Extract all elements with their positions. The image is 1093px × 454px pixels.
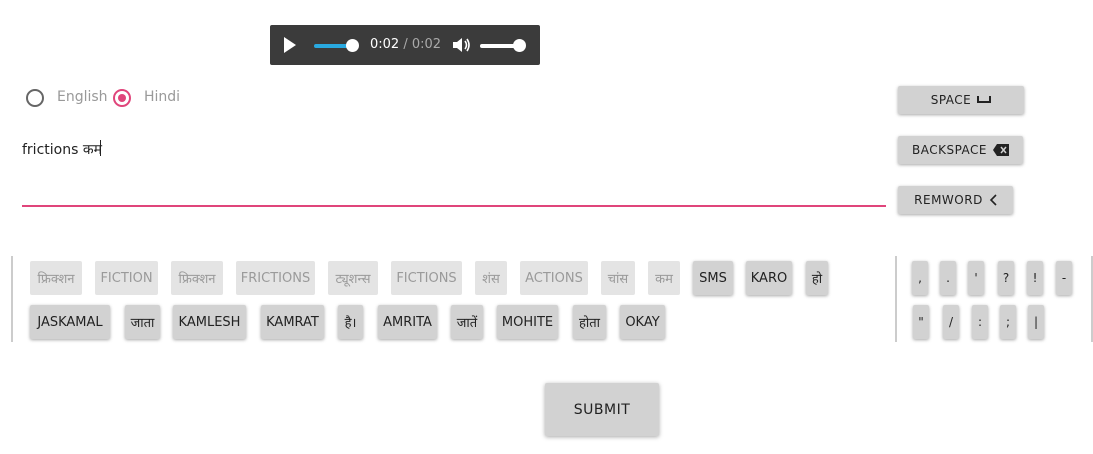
suggestion-chip: चांस (601, 261, 635, 295)
punctuation-key[interactable]: : (972, 305, 988, 339)
space-icon (977, 96, 992, 103)
text-input[interactable] (22, 130, 886, 208)
total-time: / 0:02 (403, 37, 442, 52)
submit-button[interactable]: SUBMIT (545, 383, 659, 436)
suggestion-chip: FICTIONS (391, 261, 462, 295)
punctuation-key[interactable]: ' (968, 261, 984, 295)
suggestion-chip[interactable]: MOHITE (497, 305, 558, 339)
suggestion-chip: फ्रिक्शन (30, 261, 82, 295)
chevron-left-icon (989, 194, 997, 206)
suggestion-chip: FRICTIONS (236, 261, 315, 295)
suggestion-chip[interactable]: जातें (451, 305, 483, 339)
remword-button[interactable]: REMWORD (898, 186, 1013, 214)
remword-label: REMWORD (914, 193, 983, 207)
punctuation-key[interactable]: | (1028, 305, 1044, 339)
suggestions-right-border (895, 256, 897, 342)
suggestion-chip: शंस (475, 261, 507, 295)
suggestion-chip[interactable]: KAMLESH (173, 305, 246, 339)
current-time: 0:02 (370, 37, 400, 52)
suggestion-chip[interactable]: JASKAMAL (30, 305, 110, 339)
english-label: English (57, 89, 108, 105)
suggestion-chip[interactable]: KAMRAT (261, 305, 324, 339)
backspace-icon (993, 144, 1010, 156)
suggestion-chip[interactable]: SMS (693, 261, 733, 295)
suggestion-chip: फ्रिक्शन (171, 261, 223, 295)
suggestion-chip: कम (648, 261, 680, 295)
input-value: frictions कम (22, 142, 102, 158)
space-button[interactable]: SPACE (898, 86, 1024, 114)
punctuation-key[interactable]: . (940, 261, 956, 295)
punctuation-key[interactable]: ! (1027, 261, 1043, 295)
suggestion-chip[interactable]: होता (573, 305, 606, 339)
punctuation-key[interactable]: - (1056, 261, 1072, 295)
suggestion-chip: ACTIONS (520, 261, 588, 295)
text-caret (100, 140, 101, 156)
suggestion-chip: ट्यूशन्स (328, 261, 378, 295)
suggestion-chip: FICTION (95, 261, 158, 295)
audio-player: 0:02 / 0:02 (270, 25, 540, 65)
punctuation-key[interactable]: ? (998, 261, 1014, 295)
punctuation-key[interactable]: / (943, 305, 959, 339)
hindi-label: Hindi (144, 89, 181, 105)
suggestions-left-border (11, 256, 13, 342)
time-display: 0:02 / 0:02 (370, 37, 441, 52)
seek-handle[interactable] (346, 39, 359, 52)
punctuation-key[interactable]: , (912, 261, 928, 295)
suggestion-chip[interactable]: हो (806, 261, 828, 295)
hindi-radio[interactable] (113, 89, 131, 107)
input-underline (22, 205, 886, 207)
volume-handle[interactable] (513, 39, 526, 52)
backspace-button[interactable]: BACKSPACE (898, 136, 1023, 164)
volume-icon[interactable] (452, 37, 472, 53)
suggestion-chip[interactable]: AMRITA (378, 305, 437, 339)
punctuation-key[interactable]: ; (1000, 305, 1016, 339)
suggestion-chip[interactable]: OKAY (620, 305, 665, 339)
punctuation-key[interactable]: " (913, 305, 929, 339)
suggestion-chip[interactable]: है। (338, 305, 363, 339)
space-label: SPACE (930, 93, 972, 107)
suggestion-chip[interactable]: जाता (125, 305, 160, 339)
backspace-label: BACKSPACE (911, 143, 988, 157)
english-radio[interactable] (26, 89, 44, 107)
suggestion-chip[interactable]: KARO (746, 261, 792, 295)
play-icon[interactable] (284, 37, 296, 53)
